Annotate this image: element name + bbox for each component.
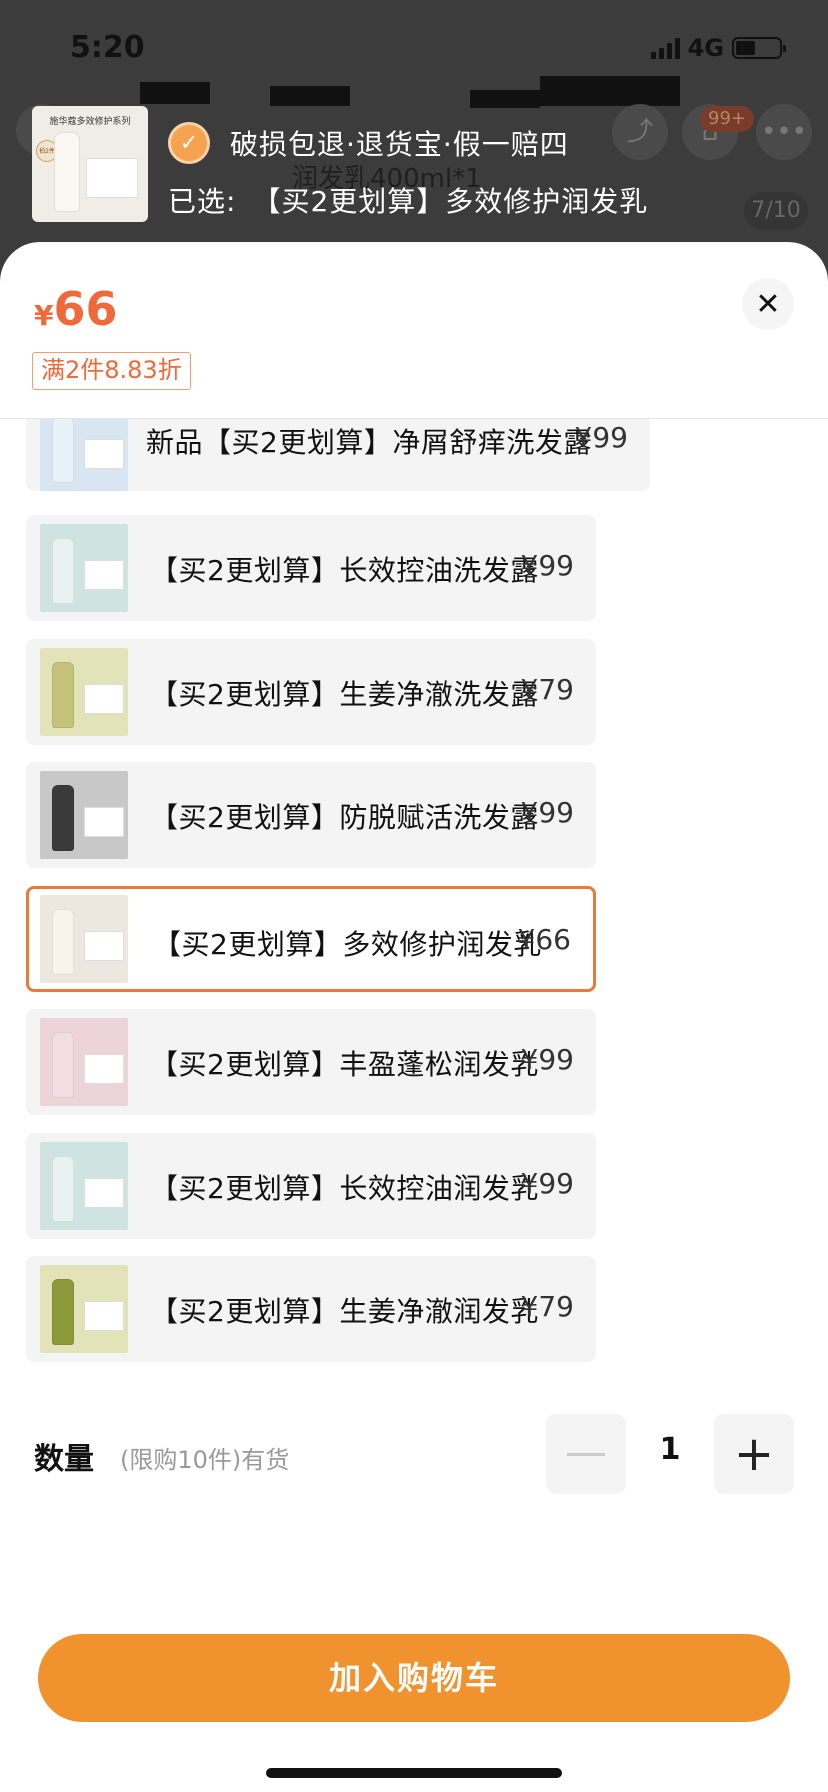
sku-name: 新品【买2更划算】净屑舒痒洗发露 — [146, 426, 592, 459]
sku-option[interactable]: 【买2更划算】多效修护润发乳 ¥66 — [26, 885, 596, 992]
sku-thumbnail — [40, 647, 128, 736]
quantity-label: 数量 — [34, 1442, 94, 1477]
sku-option[interactable]: 【买2更划算】生姜净澈润发乳 ¥79 — [26, 1256, 596, 1362]
sku-price: ¥66 — [517, 922, 571, 956]
sku-option[interactable]: 【买2更划算】生姜净澈洗发露 ¥79 — [26, 638, 596, 745]
discount-tag: 满2件8.83折 — [32, 352, 191, 390]
status-indicators: 4G — [650, 34, 786, 62]
guarantee-text: 破损包退·退货宝·假一赔四 — [230, 128, 569, 161]
network-type: 4G — [687, 34, 724, 62]
selected-label: 已选: — [168, 185, 237, 218]
status-time: 5:20 — [70, 30, 145, 65]
quantity-hint: (限购10件)有货 — [120, 1446, 290, 1474]
selected-product-thumbnail: 施华蔻多效修护系列 拍2件 — [32, 106, 148, 222]
selected-value: 【买2更划算】多效修护润发乳 — [252, 185, 649, 218]
sku-option[interactable]: 【买2更划算】丰盈蓬松润发乳 ¥99 — [26, 1009, 596, 1115]
sku-price: ¥99 — [520, 1043, 574, 1076]
sku-option[interactable]: 新品【买2更划算】净屑舒痒洗发露 ¥99 — [26, 419, 650, 491]
price-value: 66 — [53, 282, 118, 336]
redacted-block — [270, 86, 350, 106]
quantity-value: 1 — [659, 1432, 681, 1467]
sku-name: 【买2更划算】长效控油润发乳 — [150, 1171, 539, 1205]
sku-price: ¥99 — [520, 1166, 574, 1200]
sku-price: ¥79 — [520, 1290, 574, 1323]
signal-icon — [650, 37, 680, 59]
sku-thumbnail — [40, 894, 128, 983]
sku-price: ¥99 — [520, 549, 574, 582]
add-to-cart-button[interactable]: 加入购物车 — [38, 1634, 790, 1722]
sku-price: ¥79 — [520, 672, 574, 706]
sku-thumbnail — [40, 1018, 128, 1106]
sku-thumbnail — [40, 419, 128, 491]
close-icon[interactable]: ✕ — [742, 278, 794, 330]
sku-thumbnail — [40, 1265, 128, 1353]
sku-selector-sheet: ¥66 满2件8.83折 ✕ 新品【买2更划算】净屑舒痒洗发露 ¥99 【买2更划算… — [0, 242, 828, 1792]
sku-option[interactable]: 【买2更划算】防脱赋活洗发露 ¥99 — [26, 762, 596, 868]
sku-list: 新品【买2更划算】净屑舒痒洗发露 ¥99 【买2更划算】长效控油洗发露 ¥99 【买2更… — [0, 419, 828, 1419]
guarantee-banner: ✓ 破损包退·退货宝·假一赔四 — [168, 118, 569, 168]
status-bar: 5:20 4G — [0, 0, 828, 100]
more-icon: ••• — [756, 104, 812, 160]
share-icon: ⤴ — [612, 104, 668, 160]
minus-icon[interactable] — [546, 1414, 626, 1494]
image-counter: 7/10 — [744, 192, 808, 230]
sku-thumbnail — [40, 1141, 128, 1230]
redacted-block — [140, 82, 210, 104]
sku-name: 【买2更划算】生姜净澈洗发露 — [150, 677, 539, 711]
sku-option[interactable]: 【买2更划算】长效控油润发乳 ¥99 — [26, 1132, 596, 1239]
sku-price: ¥99 — [574, 421, 628, 454]
sku-thumbnail — [40, 524, 128, 612]
sku-thumbnail — [40, 771, 128, 859]
price: ¥66 — [34, 282, 118, 336]
plus-icon[interactable]: + — [714, 1414, 794, 1494]
selected-sku-summary: 已选: 【买2更划算】多效修护润发乳 — [168, 180, 648, 220]
sku-name: 【买2更划算】多效修护润发乳 — [153, 927, 542, 961]
sku-name: 【买2更划算】丰盈蓬松润发乳 — [150, 1048, 539, 1081]
home-indicator — [266, 1768, 562, 1778]
battery-icon — [732, 37, 786, 59]
currency-symbol: ¥ — [34, 299, 54, 332]
sku-name: 【买2更划算】防脱赋活洗发露 — [150, 801, 539, 834]
sku-name: 【买2更划算】长效控油洗发露 — [150, 554, 539, 587]
cart-badge: 99+ — [700, 106, 754, 132]
shield-check-icon: ✓ — [168, 122, 210, 164]
redacted-block — [470, 90, 540, 108]
redacted-block — [540, 76, 680, 106]
sku-name: 【买2更划算】生姜净澈润发乳 — [150, 1295, 539, 1328]
sku-price: ¥99 — [520, 796, 574, 829]
sku-option[interactable]: 【买2更划算】长效控油洗发露 ¥99 — [26, 515, 596, 621]
